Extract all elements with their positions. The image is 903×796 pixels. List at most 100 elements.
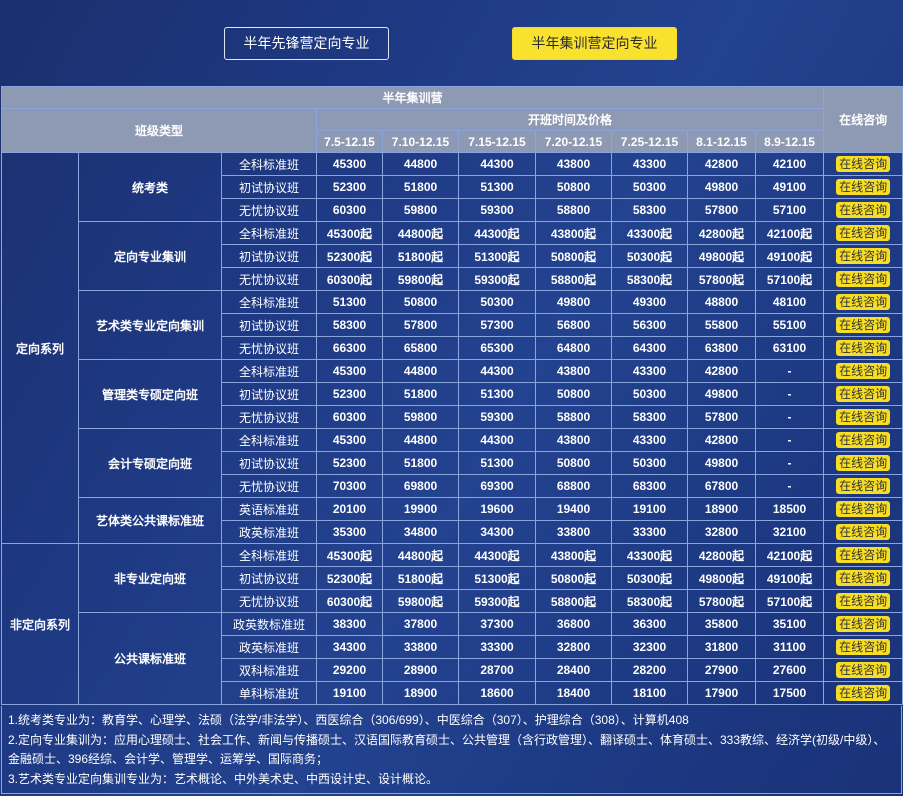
class-name: 政英数标准班 <box>221 612 317 636</box>
price-cell: 65300 <box>458 336 536 360</box>
price-cell: 28700 <box>458 658 536 682</box>
price-cell: - <box>754 474 825 498</box>
price-cell: 44300 <box>458 428 536 452</box>
tab-training-camp[interactable]: 半年集训营定向专业 <box>512 27 677 60</box>
price-cell: 59300 <box>458 405 536 429</box>
price-cell: 28400 <box>535 658 612 682</box>
consult-button[interactable]: 在线咨询 <box>836 179 891 195</box>
class-name: 初试协议班 <box>221 313 317 337</box>
consult-button[interactable]: 在线咨询 <box>836 570 891 586</box>
price-cell: 43800起 <box>535 543 612 567</box>
price-cell: 28200 <box>611 658 688 682</box>
price-cell: 58300起 <box>611 267 688 291</box>
price-cell: 51800 <box>382 382 459 406</box>
price-cell: 43300 <box>611 428 688 452</box>
price-cell: - <box>754 428 825 452</box>
period-header: 7.15-12.15 <box>458 130 536 153</box>
price-cell: 49800 <box>687 451 756 475</box>
price-cell: 37300 <box>458 612 536 636</box>
consult-button[interactable]: 在线咨询 <box>836 616 891 632</box>
price-cell: 45300起 <box>316 221 383 245</box>
price-cell: 55800 <box>687 313 756 337</box>
price-cell: 51300起 <box>458 566 536 590</box>
price-cell: 32800 <box>535 635 612 659</box>
price-cell: 27900 <box>687 658 756 682</box>
price-cell: 18400 <box>535 681 612 705</box>
price-cell: 59300 <box>458 198 536 222</box>
group-name: 公共课标准班 <box>78 612 222 705</box>
price-cell: 43300 <box>611 359 688 383</box>
price-cell: 19100 <box>316 681 383 705</box>
consult-button[interactable]: 在线咨询 <box>836 524 891 540</box>
price-cell: 49100 <box>754 175 825 199</box>
price-cell: 45300起 <box>316 543 383 567</box>
price-cell: 57800 <box>687 198 756 222</box>
consult-button[interactable]: 在线咨询 <box>836 639 891 655</box>
price-cell: 66300 <box>316 336 383 360</box>
price-cell: 34800 <box>382 520 459 544</box>
consult-button[interactable]: 在线咨询 <box>836 225 891 241</box>
consult-cell: 在线咨询 <box>823 681 903 705</box>
price-cell: 58800起 <box>535 267 612 291</box>
consult-button[interactable]: 在线咨询 <box>836 432 891 448</box>
price-cell: 52300起 <box>316 566 383 590</box>
price-cell: 19400 <box>535 497 612 521</box>
price-cell: 57300 <box>458 313 536 337</box>
price-cell: 52300 <box>316 175 383 199</box>
price-cell: 68800 <box>535 474 612 498</box>
class-name: 初试协议班 <box>221 566 317 590</box>
class-name: 双科标准班 <box>221 658 317 682</box>
consult-button[interactable]: 在线咨询 <box>836 202 891 218</box>
price-cell: 58800起 <box>535 589 612 613</box>
consult-cell: 在线咨询 <box>823 175 903 199</box>
class-name: 全科标准班 <box>221 359 317 383</box>
consult-button[interactable]: 在线咨询 <box>836 340 891 356</box>
price-cell: 42800起 <box>687 221 756 245</box>
price-cell: 52300起 <box>316 244 383 268</box>
consult-button[interactable]: 在线咨询 <box>836 363 891 379</box>
tab-pioneer-camp[interactable]: 半年先锋营定向专业 <box>224 27 389 60</box>
program-tabs: 半年先锋营定向专业 半年集训营定向专业 <box>0 27 903 63</box>
consult-button[interactable]: 在线咨询 <box>836 478 891 494</box>
note-1: 1.统考类专业为：教育学、心理学、法硕（法学/非法学）、西医综合（306/699… <box>8 713 689 727</box>
consult-button[interactable]: 在线咨询 <box>836 271 891 287</box>
consult-cell: 在线咨询 <box>823 198 903 222</box>
consult-button[interactable]: 在线咨询 <box>836 409 891 425</box>
price-cell: 44800 <box>382 152 459 176</box>
consult-cell: 在线咨询 <box>823 520 903 544</box>
consult-button[interactable]: 在线咨询 <box>836 593 891 609</box>
consult-button[interactable]: 在线咨询 <box>836 455 891 471</box>
price-cell: - <box>754 451 825 475</box>
price-cell: 49300 <box>611 290 688 314</box>
price-cell: 48800 <box>687 290 756 314</box>
consult-button[interactable]: 在线咨询 <box>836 662 891 678</box>
consult-button[interactable]: 在线咨询 <box>836 294 891 310</box>
note-3: 3.艺术类专业定向集训专业为：艺术概论、中外美术史、中西设计史、设计概论。 <box>8 771 439 786</box>
group-name: 艺术类专业定向集训 <box>78 290 222 360</box>
consult-button[interactable]: 在线咨询 <box>836 386 891 402</box>
price-cell: - <box>754 359 825 383</box>
consult-button[interactable]: 在线咨询 <box>836 547 891 563</box>
price-cell: 50800起 <box>535 244 612 268</box>
price-cell: 65800 <box>382 336 459 360</box>
consult-button[interactable]: 在线咨询 <box>836 248 891 264</box>
period-header: 8.1-12.15 <box>687 130 756 153</box>
consult-button[interactable]: 在线咨询 <box>836 685 891 701</box>
price-cell: 45300 <box>316 428 383 452</box>
price-cell: 59800 <box>382 405 459 429</box>
consult-button[interactable]: 在线咨询 <box>836 501 891 517</box>
consult-button[interactable]: 在线咨询 <box>836 317 891 333</box>
consult-button[interactable]: 在线咨询 <box>836 156 891 172</box>
price-cell: 38300 <box>316 612 383 636</box>
class-name: 全科标准班 <box>221 543 317 567</box>
price-cell: 44800起 <box>382 221 459 245</box>
price-cell: 51800 <box>382 175 459 199</box>
period-header: 8.9-12.15 <box>754 130 825 153</box>
consult-cell: 在线咨询 <box>823 313 903 337</box>
price-cell: 48100 <box>754 290 825 314</box>
price-cell: 58300 <box>611 405 688 429</box>
price-cell: 45300 <box>316 359 383 383</box>
class-name: 政英标准班 <box>221 520 317 544</box>
price-cell: 51800 <box>382 451 459 475</box>
table-row: 定向专业集训 全科标准班 45300起 44800起 44300起 43800起 43300… <box>2 221 903 291</box>
